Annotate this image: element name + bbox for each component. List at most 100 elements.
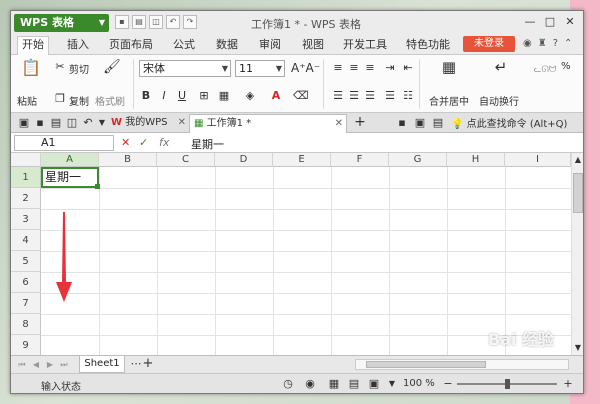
column-header[interactable]: D (215, 153, 273, 167)
login-button[interactable]: 未登录 (463, 36, 515, 52)
align-top-icon[interactable]: ≡ (331, 61, 345, 75)
prev-sheet-icon[interactable]: ◀ (29, 358, 43, 372)
menu-home[interactable]: 开始 (17, 36, 49, 55)
tab-workbook[interactable]: ▦ 工作簿1 * ✕ (189, 114, 347, 133)
eye-protection-icon[interactable]: ◉ (303, 377, 317, 391)
paste-icon[interactable]: 📋 (21, 60, 41, 81)
align-right-icon[interactable]: ☰ (363, 89, 377, 103)
justify-icon[interactable]: ☰ (383, 89, 397, 103)
indent-icon[interactable]: ⇥ (383, 61, 397, 75)
menu-formula[interactable]: 公式 (173, 37, 195, 53)
align-bottom-icon[interactable]: ≡ (363, 61, 377, 75)
chevron-down-icon[interactable]: ▼ (385, 377, 399, 391)
font-grow-icon[interactable]: A⁺A⁻ (291, 61, 320, 75)
undo-icon[interactable]: ↶ (81, 116, 95, 130)
minimize-icon[interactable]: — (521, 14, 539, 30)
close-icon[interactable]: ✕ (335, 115, 343, 133)
zoom-level[interactable]: 100 % (403, 378, 435, 389)
horizontal-scrollbar[interactable] (355, 359, 569, 370)
cut-button[interactable]: 剪切 (69, 61, 89, 76)
maximize-icon[interactable]: □ (541, 14, 559, 30)
underline-button[interactable]: U (175, 89, 189, 103)
zoom-in-icon[interactable]: + (561, 377, 575, 391)
tab-tool-icon[interactable]: ▤ (431, 116, 445, 130)
select-all-corner[interactable] (11, 153, 41, 167)
grid-border-icon[interactable]: ▦ (217, 89, 231, 103)
fill-handle[interactable] (95, 184, 100, 189)
add-sheet-icon[interactable]: + (141, 357, 155, 371)
column-header[interactable]: E (273, 153, 331, 167)
row-header[interactable]: 4 (11, 230, 41, 251)
next-sheet-icon[interactable]: ▶ (43, 358, 57, 372)
find-command-box[interactable]: 💡 点此查找命令 (Alt+Q) (451, 115, 567, 130)
preview-icon[interactable]: ◫ (149, 15, 163, 29)
close-icon[interactable]: ✕ (561, 14, 579, 30)
format-painter-button[interactable]: 格式刷 (95, 93, 125, 108)
column-header[interactable]: F (331, 153, 389, 167)
page-break-icon[interactable]: ▣ (367, 377, 381, 391)
bold-button[interactable]: B (139, 89, 153, 103)
app-menu-button[interactable]: WPS 表格 ▼ (14, 14, 109, 32)
auto-wrap-button[interactable]: 自动换行 (479, 93, 519, 108)
redo-icon[interactable]: ↷ (183, 15, 197, 29)
row-header[interactable]: 3 (11, 209, 41, 230)
font-name-select[interactable]: 宋体 ▼ (139, 60, 231, 77)
menu-review[interactable]: 审阅 (259, 37, 281, 53)
save-icon[interactable]: ▪ (115, 15, 129, 29)
confirm-icon[interactable]: ✓ (139, 136, 148, 149)
column-header[interactable]: C (157, 153, 215, 167)
fill-color-icon[interactable]: ◈ (243, 89, 257, 103)
column-header[interactable]: G (389, 153, 447, 167)
fx-button[interactable]: fx (159, 136, 169, 149)
tab-my-wps[interactable]: W 我的WPS ✕ (107, 114, 189, 133)
menu-insert[interactable]: 插入 (67, 37, 89, 53)
help-icon[interactable]: ? (553, 38, 558, 49)
row-header[interactable]: 9 (11, 335, 41, 355)
percent-button[interactable]: % (561, 61, 571, 72)
preview-icon[interactable]: ◫ (65, 116, 79, 130)
skin-icon[interactable]: ◉ (523, 38, 532, 49)
print-icon[interactable]: ▤ (132, 15, 146, 29)
column-header[interactable]: H (447, 153, 505, 167)
shirt-icon[interactable]: ♜ (538, 38, 547, 49)
sheet-tab[interactable]: Sheet1 (79, 356, 125, 373)
font-size-select[interactable]: 11 ▼ (235, 60, 285, 77)
vertical-scrollbar[interactable]: ▲ ▼ (571, 153, 583, 355)
row-header[interactable]: 6 (11, 272, 41, 293)
scroll-up-icon[interactable]: ▲ (571, 153, 585, 167)
row-header[interactable]: 1 (11, 167, 41, 188)
distributed-icon[interactable]: ☷ (401, 89, 415, 103)
last-sheet-icon[interactable]: ⏭ (57, 358, 71, 372)
font-color-icon[interactable]: A (269, 89, 283, 103)
menu-data[interactable]: 数据 (216, 37, 238, 53)
spreadsheet-grid[interactable]: A B C D E F G H I 1 2 3 4 5 6 7 8 9 星期一 (11, 153, 571, 355)
zoom-out-icon[interactable]: − (441, 377, 455, 391)
menu-page-layout[interactable]: 页面布局 (109, 37, 153, 53)
scrollbar-thumb[interactable] (573, 173, 583, 213)
close-icon[interactable]: ✕ (178, 114, 186, 132)
merge-center-button[interactable]: 合并居中 (429, 93, 469, 108)
zoom-slider[interactable] (457, 379, 557, 389)
save-icon[interactable]: ▪ (33, 116, 47, 130)
formula-input[interactable]: 星期一 (191, 136, 224, 152)
name-box[interactable]: A1 (14, 135, 114, 151)
first-sheet-icon[interactable]: ⏮ (15, 358, 29, 372)
row-header[interactable]: 2 (11, 188, 41, 209)
history-icon[interactable]: ◷ (281, 377, 295, 391)
copy-button[interactable]: 复制 (69, 93, 89, 108)
outdent-icon[interactable]: ⇤ (401, 61, 415, 75)
page-layout-icon[interactable]: ▤ (347, 377, 361, 391)
scroll-down-icon[interactable]: ▼ (571, 341, 585, 355)
align-left-icon[interactable]: ☰ (331, 89, 345, 103)
column-header[interactable]: I (505, 153, 571, 167)
column-header[interactable]: B (99, 153, 157, 167)
undo-icon[interactable]: ↶ (166, 15, 180, 29)
row-header[interactable]: 7 (11, 293, 41, 314)
column-header[interactable]: A (41, 153, 99, 167)
cell-a1[interactable]: 星期一 (41, 167, 100, 189)
scrollbar-thumb[interactable] (366, 361, 486, 368)
tab-tool-icon[interactable]: ▣ (413, 116, 427, 130)
cancel-icon[interactable]: ✕ (121, 136, 130, 149)
tab-tool-icon[interactable]: ▪ (395, 116, 409, 130)
border-icon[interactable]: ⊞ (197, 89, 211, 103)
